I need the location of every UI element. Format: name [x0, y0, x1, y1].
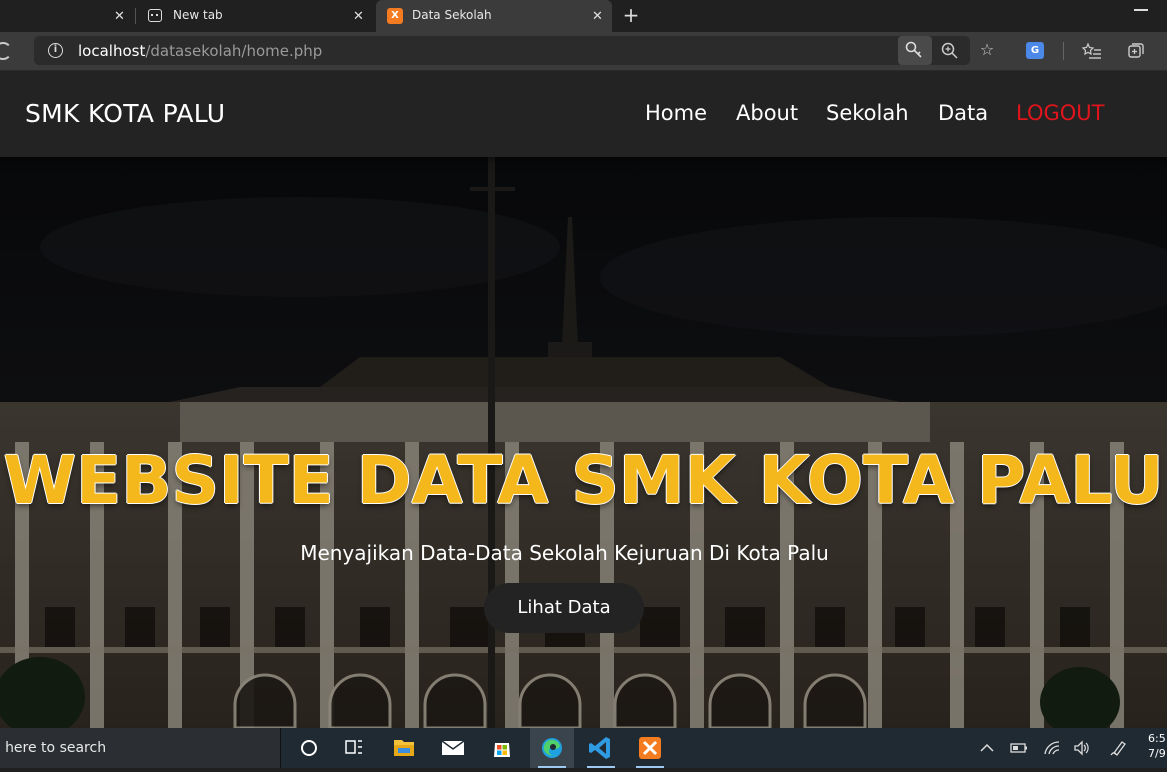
file-explorer-button[interactable]: [382, 728, 426, 768]
edge-icon: [542, 738, 562, 758]
url-host: localhost: [78, 42, 146, 60]
new-tab-button[interactable]: +: [620, 4, 642, 26]
site-brand[interactable]: SMK KOTA PALU: [25, 99, 225, 128]
favorite-star-icon[interactable]: ☆: [977, 41, 997, 59]
key-icon: [905, 41, 922, 58]
vscode-button[interactable]: [579, 728, 623, 768]
windows-taskbar: e here to search 6:5 7/9: [0, 728, 1167, 768]
xampp-taskbar-icon: [639, 737, 661, 759]
browser-tab-bar: ✕ New tab ✕ X Data Sekolah ✕ +: [0, 0, 1167, 32]
wifi-icon[interactable]: [1043, 739, 1061, 761]
favorites-icon[interactable]: [1081, 41, 1102, 65]
tab-new-tab[interactable]: New tab ✕: [136, 0, 374, 32]
password-key-button[interactable]: [898, 36, 932, 65]
toolbar-divider: [1063, 42, 1064, 60]
hero-title: WEBSITE DATA SMK KOTA PALU: [3, 442, 1164, 519]
taskbar-search-box[interactable]: e here to search: [0, 728, 281, 768]
refresh-icon[interactable]: [0, 42, 12, 60]
xampp-button[interactable]: [628, 728, 672, 768]
nav-home-link[interactable]: Home: [645, 101, 707, 125]
mail-button[interactable]: [431, 728, 475, 768]
show-hidden-icons-chevron-icon[interactable]: [979, 739, 995, 761]
pen-workspace-icon[interactable]: [1110, 739, 1128, 761]
cortana-button[interactable]: [285, 728, 329, 768]
hero-section: WEBSITE DATA SMK KOTA PALU Menyajikan Da…: [0, 157, 1167, 728]
tab-data-sekolah[interactable]: X Data Sekolah ✕: [376, 0, 612, 32]
nav-data-link[interactable]: Data: [938, 101, 988, 125]
nav-logout-link[interactable]: LOGOUT: [1016, 101, 1104, 125]
volume-icon[interactable]: [1073, 739, 1091, 761]
nav-about-link[interactable]: About: [736, 101, 798, 125]
collections-icon[interactable]: [1126, 41, 1146, 65]
search-placeholder: e here to search: [0, 740, 107, 756]
address-bar: i localhost/datasekolah/home.php ☆ G: [0, 32, 1167, 71]
cortana-circle-icon: [301, 740, 317, 756]
tab-label: New tab: [173, 8, 223, 22]
lihat-data-button[interactable]: Lihat Data: [484, 583, 644, 633]
site-navbar: SMK KOTA PALU Home About Sekolah Data LO…: [0, 71, 1167, 157]
store-icon: [494, 743, 510, 757]
store-button[interactable]: [480, 728, 524, 768]
new-tab-page-icon: [148, 9, 162, 22]
vscode-icon: [589, 737, 610, 759]
tab-previous[interactable]: ✕: [0, 0, 135, 32]
task-view-icon: [345, 740, 362, 754]
mail-icon: [441, 740, 465, 755]
taskbar-clock[interactable]: 6:5 7/9: [1148, 731, 1166, 761]
tab-label: Data Sekolah: [412, 8, 492, 22]
tab-close-icon[interactable]: ✕: [592, 9, 603, 24]
translate-icon[interactable]: G: [1026, 42, 1044, 59]
nav-sekolah-link[interactable]: Sekolah: [826, 101, 909, 125]
zoom-icon[interactable]: [940, 41, 960, 65]
clock-date: 7/9: [1148, 747, 1166, 760]
edge-button[interactable]: [530, 728, 574, 768]
tab-close-icon[interactable]: ✕: [114, 9, 125, 24]
minimize-icon[interactable]: [1134, 9, 1148, 11]
task-view-button[interactable]: [332, 728, 376, 768]
url-text[interactable]: localhost/datasekolah/home.php: [78, 42, 322, 60]
clock-time: 6:5: [1148, 732, 1166, 745]
url-field[interactable]: i localhost/datasekolah/home.php: [34, 36, 970, 65]
web-page: SMK KOTA PALU Home About Sekolah Data LO…: [0, 71, 1167, 728]
tab-close-icon[interactable]: ✕: [353, 9, 364, 24]
battery-icon[interactable]: [1010, 739, 1028, 761]
folder-icon: [394, 740, 414, 756]
xampp-icon: X: [387, 8, 403, 24]
url-path: /datasekolah/home.php: [145, 42, 323, 60]
site-info-icon[interactable]: i: [48, 43, 63, 58]
hero-subtitle: Menyajikan Data-Data Sekolah Kejuruan Di…: [300, 541, 829, 565]
